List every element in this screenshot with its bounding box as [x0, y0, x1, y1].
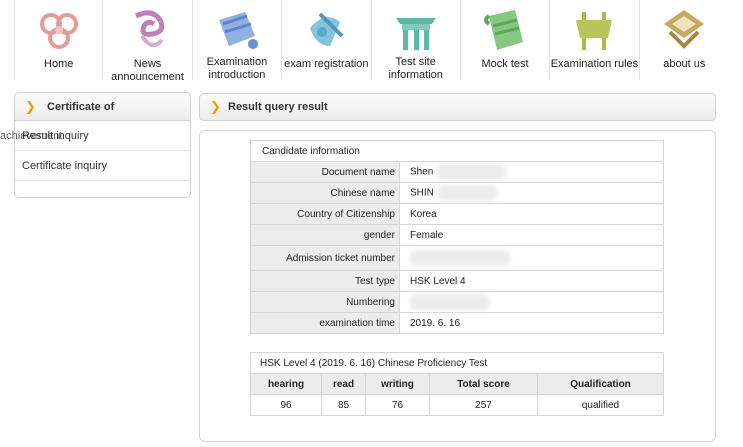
candidate-caption: Candidate information	[250, 140, 664, 162]
column-header: writing	[365, 373, 430, 395]
row-value: Korea	[399, 203, 664, 225]
row-value: Shen	[399, 161, 664, 183]
chevron-right-icon: ❯	[210, 99, 221, 114]
score-cell: qualified	[537, 394, 664, 416]
column-header: Total score	[429, 373, 538, 395]
score-cell: 85	[321, 394, 366, 416]
row-label: Numbering	[250, 291, 400, 313]
redacted-block	[410, 294, 490, 310]
pavilion-icon	[664, 10, 705, 49]
score-cell: 96	[250, 394, 322, 416]
row-value	[399, 291, 664, 313]
row-label: gender	[250, 224, 400, 246]
nav-home[interactable]: Home	[14, 0, 104, 80]
row-label: Country of Citizenship	[250, 203, 400, 225]
sidebar-item-result-inquiry[interactable]: achievement Result inquiry	[0, 121, 190, 151]
nav-exam-rules[interactable]: Examination rules	[550, 0, 640, 80]
nav-news-label: News announcement	[111, 58, 184, 80]
score-caption: HSK Level 4 (2019. 6. 16) Chinese Profic…	[250, 352, 664, 374]
nav-news[interactable]: News announcement	[103, 0, 193, 80]
nav-home-label: Home	[44, 58, 74, 70]
redacted-block	[436, 164, 507, 180]
main-header: ❯ Result query result	[199, 93, 716, 121]
bronze-vessel-icon	[576, 12, 613, 50]
page-title: Result query result	[228, 101, 328, 113]
nav-about-us-label: about us	[663, 58, 706, 70]
column-header: read	[321, 373, 366, 395]
nav-exam-intro-label: Examination introduction	[206, 56, 268, 80]
nav-about-us[interactable]: about us	[640, 0, 729, 80]
table-row: examination time 2019. 6. 16	[250, 312, 664, 334]
paper-roll-icon	[484, 10, 524, 50]
redacted-block	[410, 250, 510, 266]
table-row: Numbering	[250, 291, 664, 313]
candidate-info-table: Candidate information Document name Shen…	[250, 140, 664, 334]
sidebar-header: ❯ Certificate of	[15, 93, 190, 121]
nav-exam-registration-label: exam registration	[284, 58, 369, 70]
sidebar-item-certificate-inquiry[interactable]: Certificate inquiry	[15, 151, 190, 181]
chevron-right-icon: ❯	[25, 98, 36, 114]
row-label: Test type	[250, 270, 400, 292]
column-header: hearing	[250, 373, 322, 395]
row-value: Female	[399, 224, 664, 246]
nav-test-site-label: Test site information	[388, 56, 443, 80]
row-value: SHIN	[399, 182, 664, 204]
table-row: 96 85 76 257 qualified	[250, 394, 664, 416]
table-row: Document name Shen	[250, 161, 664, 183]
redacted-block	[436, 185, 497, 201]
writing-hand-icon	[310, 12, 344, 46]
nav-exam-registration[interactable]: exam registration	[282, 0, 372, 80]
nav-mock-test[interactable]: Mock test	[461, 0, 551, 80]
row-label: Chinese name	[250, 182, 400, 204]
nav-exam-intro[interactable]: Examination introduction	[193, 0, 283, 80]
document-pen-icon	[218, 12, 258, 49]
sidebar-item-label: Certificate inquiry	[22, 159, 107, 172]
score-cell: 257	[429, 394, 538, 416]
sidebar-title: Certificate of	[47, 100, 115, 113]
table-row: Country of Citizenship Korea	[250, 203, 664, 225]
row-label: examination time	[250, 312, 400, 334]
table-row: Chinese name SHIN	[250, 182, 664, 204]
nav-exam-rules-label: Examination rules	[550, 58, 639, 70]
score-table: HSK Level 4 (2019. 6. 16) Chinese Profic…	[250, 352, 664, 416]
row-value	[399, 245, 664, 271]
row-label: Document name	[250, 161, 400, 183]
top-navigation: Home News announcement Examination intro…	[14, 0, 729, 80]
row-label: Admission ticket number	[250, 245, 400, 271]
table-row: Test type HSK Level 4	[250, 270, 664, 292]
column-header: Qualification	[537, 373, 664, 395]
row-value: 2019. 6. 16	[399, 312, 664, 334]
table-row: gender Female	[250, 224, 664, 246]
score-cell: 76	[365, 394, 430, 416]
sidebar: ❯ Certificate of achievement Result inqu…	[0, 92, 191, 198]
nav-test-site[interactable]: Test site information	[372, 0, 461, 80]
row-value: HSK Level 4	[399, 270, 664, 292]
table-header-row: hearing read writing Total score Qualifi…	[250, 373, 664, 395]
gate-building-icon	[395, 18, 436, 50]
sidebar-title-overflow: achievement	[0, 130, 63, 142]
table-row: Admission ticket number	[250, 245, 664, 271]
cloud-ornament-icon	[39, 13, 78, 49]
scroll-swirl-icon	[134, 10, 164, 48]
nav-mock-test-label: Mock test	[481, 58, 529, 70]
